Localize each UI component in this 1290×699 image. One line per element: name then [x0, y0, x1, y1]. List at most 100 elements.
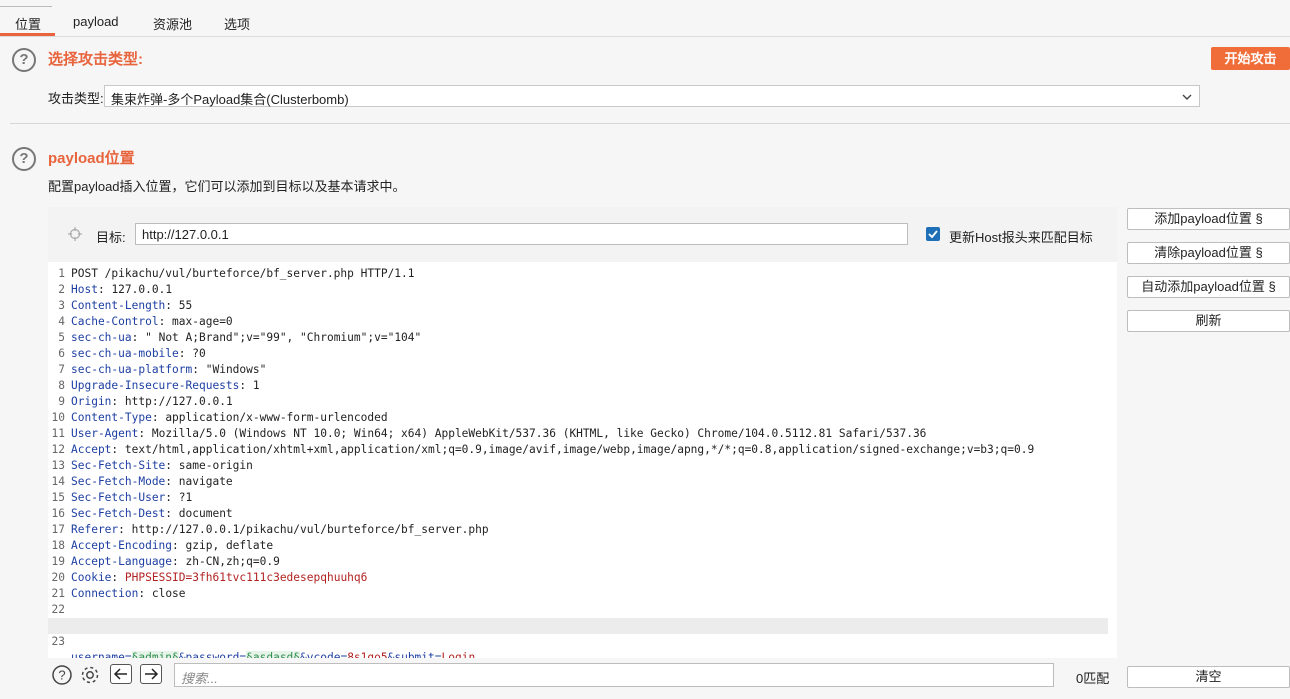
- header-name: Content-Length: [71, 299, 166, 312]
- tab-options[interactable]: 选项: [224, 14, 250, 33]
- line-number: 1: [58, 267, 65, 280]
- previous-button[interactable]: [110, 664, 132, 684]
- line-number: 9: [58, 395, 65, 408]
- request-line: 20 Cookie: PHPSESSID=3fh61tvc111c3edesepq…: [48, 570, 1108, 586]
- clear-payload-position-button[interactable]: 清除payload位置 §: [1127, 242, 1290, 264]
- header-name: Sec-Fetch-User: [71, 491, 166, 504]
- target-input[interactable]: http://127.0.0.1: [135, 223, 908, 245]
- payload-positions-description: 配置payload插入位置，它们可以添加到目标以及基本请求中。: [48, 179, 406, 194]
- add-payload-position-button[interactable]: 添加payload位置 §: [1127, 208, 1290, 230]
- header-name: Accept: [71, 443, 112, 456]
- request-line: 4 Cache-Control: max-age=0: [48, 314, 1108, 330]
- line-number: 18: [51, 539, 65, 552]
- next-button[interactable]: [140, 664, 162, 684]
- header-separator: :: [138, 427, 152, 440]
- line-text: POST /pikachu/vul/burteforce/bf_server.p…: [71, 266, 415, 282]
- divider: [10, 123, 1290, 124]
- header-value: 127.0.0.1: [111, 283, 173, 296]
- tab-bar: 位置 payload 资源池 选项: [0, 0, 1290, 37]
- request-line: 22: [48, 602, 1108, 618]
- header-name: Accept-Encoding: [71, 539, 173, 552]
- header-value: same-origin: [178, 459, 253, 472]
- request-line: 3 Content-Length: 55: [48, 298, 1108, 314]
- match-count: 0匹配: [1076, 671, 1110, 686]
- request-line: 17 Referer: http://127.0.0.1/pikachu/vul/…: [48, 522, 1108, 538]
- line-text: sec-ch-ua-platform: "Windows": [71, 362, 266, 378]
- request-line: 12 Accept: text/html,application/xhtml+xm…: [48, 442, 1108, 458]
- tab-resource-pool[interactable]: 资源池: [153, 14, 192, 33]
- header-separator: :: [165, 459, 179, 472]
- line-number: 10: [51, 411, 65, 424]
- header-value: 55: [178, 299, 193, 312]
- header-value: zh-CN,zh;q=0.9: [185, 555, 280, 568]
- header-name: Sec-Fetch-Site: [71, 459, 166, 472]
- arrow-right-icon: [145, 668, 159, 680]
- active-tab-indicator: [0, 33, 55, 36]
- clear-button[interactable]: 清空: [1127, 666, 1290, 688]
- attack-type-select[interactable]: 集束炸弹-多个Payload集合(Clusterbomb): [104, 85, 1200, 107]
- header-name: Sec-Fetch-Mode: [71, 475, 166, 488]
- header-separator: :: [111, 395, 125, 408]
- request-line: 9 Origin: http://127.0.0.1: [48, 394, 1108, 410]
- header-value: document: [178, 507, 233, 520]
- line-number: 5: [58, 331, 65, 344]
- auto-payload-position-button[interactable]: 自动添加payload位置 §: [1127, 276, 1290, 298]
- line-number: 15: [51, 491, 65, 504]
- gear-icon[interactable]: [80, 665, 100, 685]
- request-line: 8 Upgrade-Insecure-Requests: 1: [48, 378, 1108, 394]
- checkmark-icon: [928, 230, 938, 239]
- header-separator: :: [111, 443, 125, 456]
- help-icon[interactable]: ?: [12, 48, 36, 72]
- header-separator: :: [131, 331, 146, 344]
- line-text: sec-ch-ua-mobile: ?0: [71, 346, 206, 362]
- request-line: 16 Sec-Fetch-Dest: document: [48, 506, 1108, 522]
- line-number: 8: [58, 379, 65, 392]
- header-separator: :: [172, 555, 186, 568]
- line-number: 13: [51, 459, 65, 472]
- line-number: 14: [51, 475, 65, 488]
- help-icon[interactable]: ?: [12, 147, 36, 171]
- header-value: text/html,application/xhtml+xml,applicat…: [124, 443, 1035, 456]
- line-number: 2: [58, 283, 65, 296]
- request-line: 19 Accept-Language: zh-CN,zh;q=0.9: [48, 554, 1108, 570]
- header-separator: :: [165, 491, 179, 504]
- line-text: Referer: http://127.0.0.1/pikachu/vul/bu…: [71, 522, 489, 538]
- update-host-label: 更新Host报头来匹配目标: [949, 230, 1093, 245]
- header-separator: :: [97, 283, 112, 296]
- header-separator: :: [151, 411, 166, 424]
- help-icon[interactable]: ?: [52, 665, 72, 685]
- request-line: 21 Connection: close: [48, 586, 1108, 602]
- header-name: User-Agent: [71, 427, 139, 440]
- line-text: sec-ch-ua: " Not A;Brand";v="99", "Chrom…: [71, 330, 421, 346]
- header-value: http://127.0.0.1: [124, 395, 233, 408]
- tab-payload[interactable]: payload: [73, 14, 119, 29]
- header-name: Referer: [71, 523, 119, 536]
- line-number: 16: [51, 507, 65, 520]
- header-separator: :: [239, 379, 253, 392]
- update-host-checkbox[interactable]: [926, 227, 940, 241]
- request-line: 1 POST /pikachu/vul/burteforce/bf_server.…: [48, 266, 1108, 282]
- header-value: gzip, deflate: [185, 539, 274, 552]
- header-name: sec-ch-ua-mobile: [71, 347, 179, 360]
- line-text: Accept-Language: zh-CN,zh;q=0.9: [71, 554, 280, 570]
- tab-positions[interactable]: 位置: [15, 14, 41, 33]
- payload-positions-title: payload位置: [48, 150, 135, 167]
- header-value: ?1: [178, 491, 193, 504]
- header-separator: :: [165, 299, 179, 312]
- line-number: 22: [51, 603, 65, 616]
- attack-type-value: 集束炸弹-多个Payload集合(Clusterbomb): [111, 92, 349, 107]
- header-name: Cache-Control: [71, 315, 159, 328]
- line-number: 23: [51, 635, 65, 648]
- start-attack-button[interactable]: 开始攻击: [1211, 47, 1290, 70]
- refresh-button[interactable]: 刷新: [1127, 310, 1290, 332]
- header-name: Connection: [71, 587, 139, 600]
- line-number: 19: [51, 555, 65, 568]
- header-name: sec-ch-ua-platform: [71, 363, 193, 376]
- header-value: navigate: [178, 475, 233, 488]
- line-text: Cookie: PHPSESSID=3fh61tvc111c3edesepqhu…: [71, 570, 367, 586]
- header-name: Sec-Fetch-Dest: [71, 507, 166, 520]
- top-edge: [0, 0, 52, 7]
- search-input[interactable]: 搜索...: [174, 663, 1054, 687]
- request-line: 6 sec-ch-ua-mobile: ?0: [48, 346, 1108, 362]
- line-number: 21: [51, 587, 65, 600]
